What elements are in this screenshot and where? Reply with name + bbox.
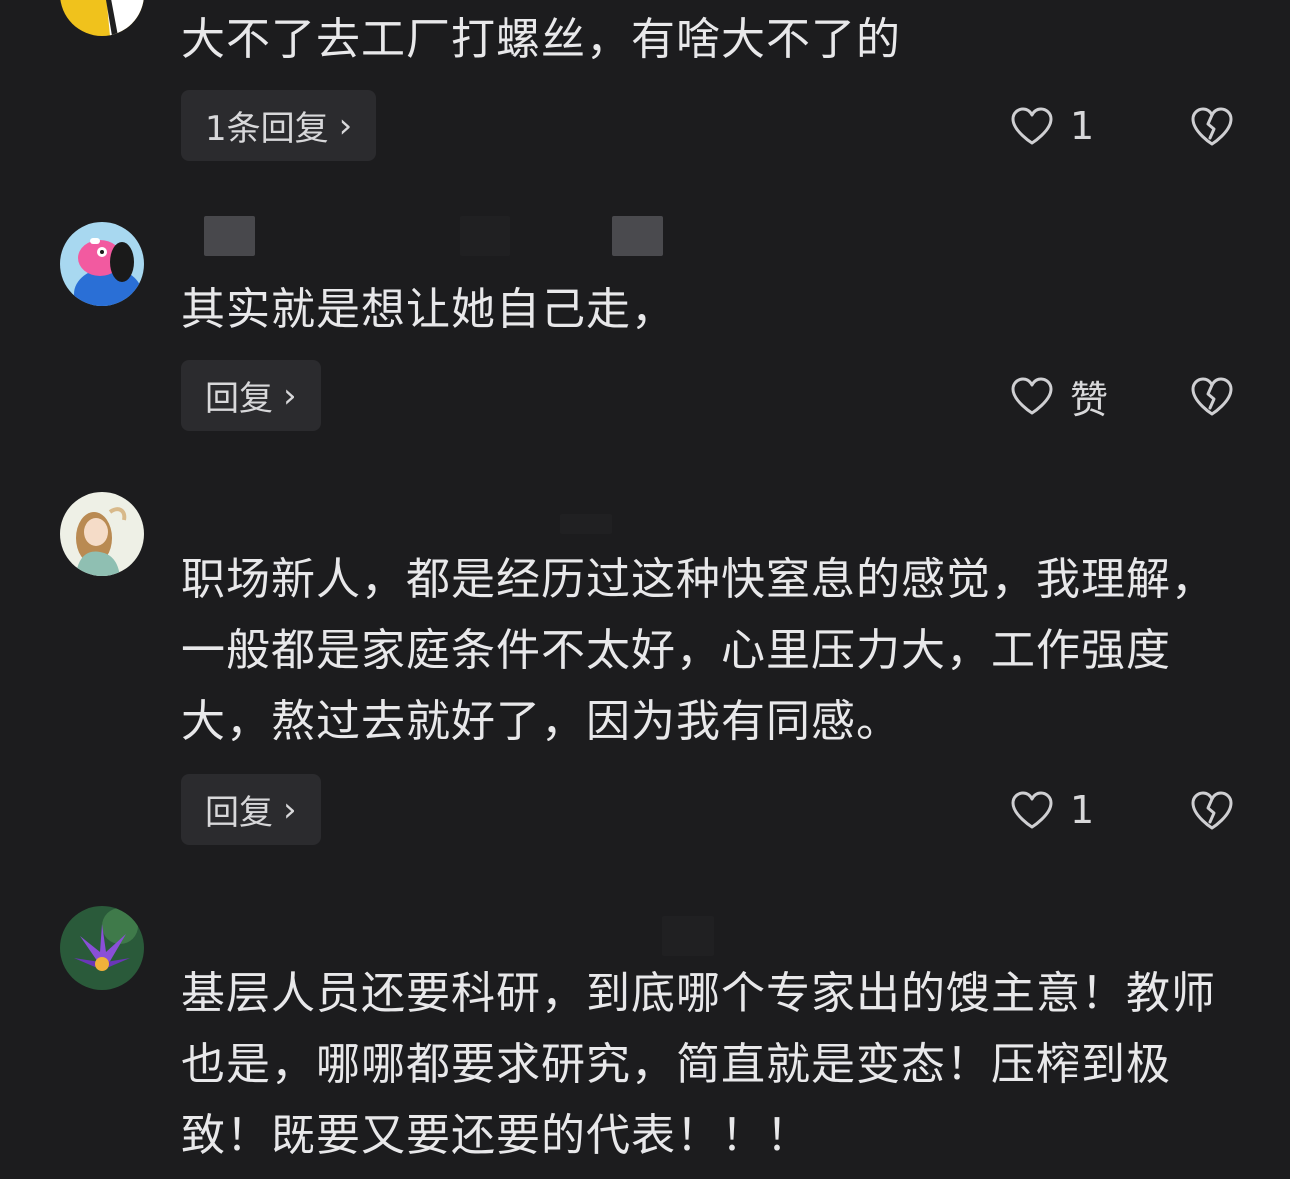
user-avatar[interactable]: [60, 0, 144, 36]
dislike-button[interactable]: [1190, 374, 1234, 418]
chevron-right-icon: ›: [283, 789, 297, 830]
comment-text: 大不了去工厂打螺丝，有啥大不了的: [181, 14, 901, 65]
like-button[interactable]: 1: [1010, 780, 1094, 840]
username-redacted: [612, 216, 663, 256]
user-avatar[interactable]: [60, 492, 144, 576]
username-redacted: [460, 216, 510, 256]
user-avatar[interactable]: [60, 906, 144, 990]
like-button[interactable]: 1: [1010, 96, 1094, 156]
heart-outline-icon: [1011, 791, 1053, 829]
dislike-button[interactable]: [1190, 104, 1234, 148]
view-replies-button[interactable]: 1条回复 ›: [181, 90, 377, 161]
like-count: 赞: [1070, 377, 1109, 422]
reply-button[interactable]: 回复 ›: [181, 360, 321, 431]
chevron-right-icon: ›: [283, 375, 297, 416]
like-count: 1: [1070, 104, 1095, 148]
like-count: 1: [1070, 788, 1095, 832]
username-redacted: [204, 216, 255, 256]
username-redacted: [560, 514, 612, 534]
dislike-button[interactable]: [1190, 788, 1234, 832]
broken-heart-icon: [1191, 107, 1233, 146]
reply-button-label: 回复: [205, 793, 273, 833]
comment-list: 大不了去工厂打螺丝，有啥大不了的 1条回复 › 1 其实就是想让她自己走， 回复…: [0, 0, 1290, 1179]
reply-button-label: 1条回复: [205, 109, 329, 149]
comment-text: 职场新人，都是经历过这种快窒息的感觉，我理解，一般都是家庭条件不太好，心里压力大…: [181, 554, 1216, 747]
user-avatar[interactable]: [60, 222, 144, 306]
heart-outline-icon: [1011, 377, 1053, 415]
broken-heart-icon: [1191, 377, 1233, 416]
like-button[interactable]: 赞: [1010, 366, 1108, 426]
chevron-right-icon: ›: [338, 105, 353, 146]
username-redacted: [662, 916, 714, 956]
comment-text: 其实就是想让她自己走，: [181, 284, 676, 335]
heart-outline-icon: [1011, 107, 1053, 145]
reply-button[interactable]: 回复 ›: [181, 774, 321, 845]
reply-button-label: 回复: [205, 379, 273, 419]
broken-heart-icon: [1191, 791, 1233, 830]
comment-text: 基层人员还要科研，到底哪个专家出的馊主意！教师也是，哪哪都要求研究，简直就是变态…: [181, 968, 1216, 1161]
